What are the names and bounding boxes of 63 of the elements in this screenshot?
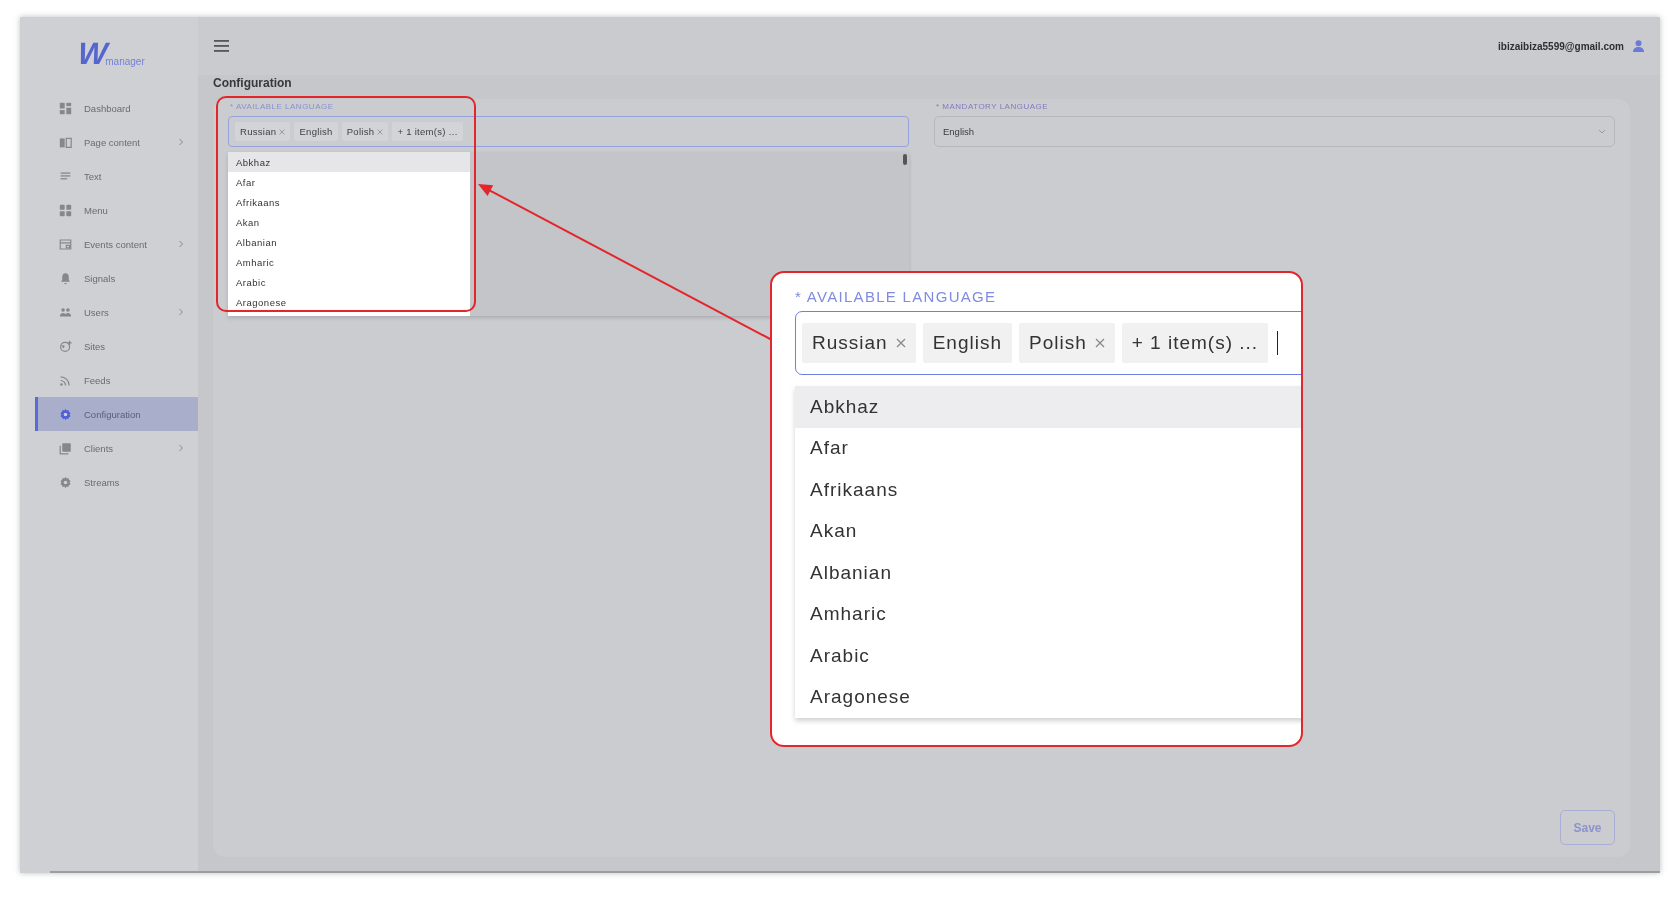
remove-icon[interactable] — [377, 128, 384, 135]
grid-icon — [59, 203, 72, 217]
gear-icon — [59, 407, 72, 421]
sidebar-item[interactable]: Signals — [35, 261, 198, 295]
tag-chip: Polish — [341, 122, 389, 141]
remove-icon[interactable] — [1094, 338, 1105, 348]
page-title: Configuration — [213, 75, 293, 91]
sidebar-item[interactable]: Dashboard — [35, 91, 198, 125]
dropdown-option[interactable]: Abkhaz — [228, 152, 470, 172]
tag-chip: + 1 item(s) ... — [392, 122, 463, 141]
sidebar-item[interactable]: Sites — [35, 329, 198, 363]
sidebar-item[interactable]: Events content — [35, 227, 198, 261]
pages-icon — [59, 135, 72, 149]
field-label: * MANDATORY LANGUAGE — [935, 102, 1050, 112]
sidebar-item[interactable]: Streams — [35, 465, 198, 499]
chevron-down-icon — [1598, 129, 1606, 134]
globe-icon — [59, 339, 72, 353]
dropdown-option[interactable]: Afrikaans — [795, 469, 1301, 511]
dropdown-option[interactable]: Arabic — [228, 272, 470, 292]
dropdown-option[interactable]: Abkhaz — [795, 386, 1301, 428]
language-dropdown[interactable]: English — [934, 116, 1615, 147]
tag-chip: Polish — [1019, 323, 1115, 363]
rss-icon — [59, 373, 72, 387]
menu-icon[interactable] — [214, 40, 229, 52]
user-email: ibizaibiza5599@gmail.com — [1498, 40, 1624, 52]
remove-icon[interactable] — [895, 338, 906, 348]
sidebar-item[interactable]: Clients — [35, 431, 198, 465]
gear-icon — [59, 475, 72, 489]
bell-icon — [59, 271, 72, 285]
tag-chip: English — [294, 122, 338, 141]
text-cursor — [1277, 331, 1279, 355]
tag-chip: Russian — [235, 122, 291, 141]
people-icon — [59, 305, 72, 319]
dropdown-option[interactable]: Afar — [228, 172, 470, 192]
dropdown-option[interactable]: Aragonese — [795, 676, 1301, 718]
dropdown-option[interactable]: Afar — [795, 427, 1301, 469]
dropdown-option[interactable]: Aragonese — [228, 292, 470, 312]
dropdown-option[interactable]: Amharic — [795, 593, 1301, 635]
dropdown-option[interactable]: Albanian — [228, 232, 470, 252]
sidebar-item[interactable]: Users — [35, 295, 198, 329]
dashboard-icon — [59, 101, 72, 115]
dropdown-option[interactable]: Arabic — [795, 635, 1301, 677]
sidebar-item[interactable]: Text — [35, 159, 198, 193]
dropdown-option[interactable]: Amharic — [228, 252, 470, 272]
dropdown-option[interactable]: Afrikaans — [228, 192, 470, 212]
sidebar-item[interactable]: Feeds — [35, 363, 198, 397]
window-icon — [59, 237, 72, 251]
multi-select-field[interactable]: Russian English Polish + 1 item(s) ... — [228, 116, 909, 147]
multi-select-field[interactable]: Russian English Polish + 1 item(s) ... — [795, 311, 1301, 375]
dropdown-option[interactable]: Albanian — [795, 552, 1301, 594]
user-icon[interactable] — [1633, 40, 1644, 52]
tag-chip: English — [922, 323, 1012, 363]
field-label: * AVAILABLE LANGUAGE — [229, 102, 335, 112]
dropdown-option[interactable]: Akan — [228, 212, 470, 232]
stack-icon — [59, 441, 72, 455]
sidebar-item[interactable]: Page content — [35, 125, 198, 159]
field-label: * AVAILABLE LANGUAGE — [795, 287, 998, 307]
sidebar-item[interactable]: Menu — [35, 193, 198, 227]
dropdown-option[interactable]: Akan — [795, 510, 1301, 552]
scrollbar-thumb[interactable] — [903, 154, 907, 165]
tag-chip: + 1 item(s) ... — [1121, 323, 1269, 363]
remove-icon[interactable] — [279, 128, 286, 135]
tag-chip: Russian — [802, 323, 916, 363]
